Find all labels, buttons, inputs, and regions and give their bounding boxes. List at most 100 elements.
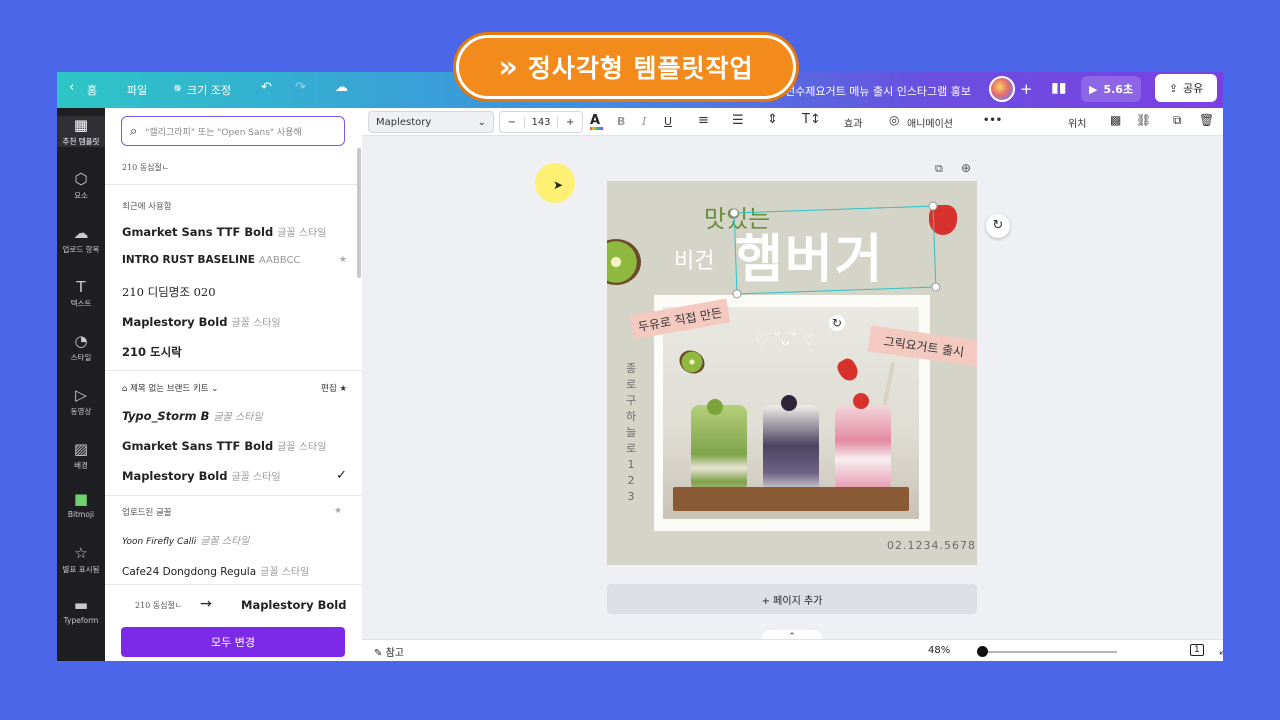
resize-handle[interactable] — [931, 282, 941, 292]
font-style: 글꼴 스타일 — [231, 472, 281, 483]
more-button[interactable]: ••• — [983, 115, 1002, 126]
avatar[interactable] — [989, 76, 1015, 102]
hearts-face-text[interactable]: ♡ ˘ᴗ˘ ♡ — [755, 331, 816, 349]
font-search-input[interactable]: ⌕ "캘리그라피" 또는 "Open Sans" 사용해 — [121, 116, 345, 146]
rail-item-starred[interactable]: ☆ 별표 표시됨 — [57, 544, 105, 575]
text-color-icon[interactable]: A — [590, 113, 604, 130]
change-from-font: 210 동심절ㄴ — [135, 601, 183, 610]
animate-button[interactable]: 애니메이션 — [907, 115, 953, 130]
font-item-maplestory[interactable]: Maplestory Bold 글꼴 스타일 — [122, 314, 347, 329]
vertical-address-text[interactable]: 종로구하늘로123 — [625, 361, 637, 505]
regenerate-icon[interactable]: ↻ — [986, 214, 1010, 238]
page-count-button[interactable]: 1 — [1190, 644, 1204, 656]
star-icon: ☆ — [74, 544, 88, 562]
divider — [105, 184, 362, 185]
font-size-stepper[interactable]: − 143 + — [499, 111, 583, 133]
star-icon[interactable]: ★ — [334, 506, 342, 516]
effects-button[interactable]: 효과 — [844, 115, 862, 130]
project-title[interactable]: 선수제요거트 메뉴 출시 인스타그램 홍보 — [785, 83, 971, 99]
vertical-text-icon[interactable]: T↕ — [802, 112, 821, 127]
resize-handle[interactable] — [729, 208, 739, 218]
font-item-maplestory-brand[interactable]: Maplestory Bold 글꼴 스타일 ✓ — [122, 468, 347, 483]
change-all-button[interactable]: 모두 변경 — [121, 627, 345, 657]
add-collaborator-button[interactable]: + — [1020, 80, 1033, 98]
file-menu[interactable]: 파일 — [127, 82, 147, 98]
underline-button[interactable]: U — [664, 115, 672, 128]
trash-icon[interactable]: 🗑 — [1199, 113, 1214, 127]
analytics-icon[interactable]: ▮▮ — [1051, 80, 1066, 96]
uploaded-section-title: 업로드된 글꼴 — [122, 508, 172, 518]
strawberry-topping — [853, 393, 869, 409]
line-spacing-icon[interactable]: ⇕ — [767, 112, 778, 127]
align-left-icon[interactable]: ≡ — [698, 113, 709, 128]
font-name: INTRO RUST BASELINE — [122, 254, 255, 266]
fullscreen-icon[interactable]: ⤢ — [1219, 643, 1223, 658]
banner-text: 정사각형 템플릿작업 — [527, 54, 754, 83]
notes-button[interactable]: ✎ 참고 — [374, 644, 404, 659]
link-icon[interactable]: ⛓ — [1136, 113, 1151, 127]
bold-button[interactable]: B — [617, 115, 625, 128]
list-icon[interactable]: ☰ — [732, 113, 744, 128]
design-page[interactable]: 맛있는 비건 햄버거 두유로 직접 만든 그릭요거트 출시 ♡ ˘ᴗ˘ ♡ ↻ … — [607, 181, 977, 565]
rail-item-uploads[interactable]: ☁ 업로드 항목 — [57, 224, 105, 255]
present-button[interactable]: ▶ 5.6초 — [1081, 76, 1142, 102]
rail-item-style[interactable]: ◔ 스타일 — [57, 332, 105, 363]
font-item-dosirak[interactable]: 210 도시락 — [122, 344, 347, 360]
font-item-yoon-firefly[interactable]: Yoon Firefly Calli 글꼴 스타일 — [122, 532, 347, 547]
duplicate-icon[interactable]: ⧉ — [1173, 113, 1182, 128]
text-vegan[interactable]: 비건 — [674, 243, 714, 275]
rail-item-templates[interactable]: ▦ 추천 템플릿 — [57, 116, 105, 147]
redo-icon[interactable]: ↷ — [295, 80, 306, 95]
rotate-icon[interactable]: ↻ — [829, 315, 845, 331]
chevron-left-icon[interactable]: ‹ — [69, 80, 74, 95]
brand-kit-icon: ⌂ — [122, 384, 131, 394]
resize-button[interactable]: 크기 조정 — [187, 82, 231, 98]
star-icon[interactable]: ★ — [339, 255, 347, 265]
brand-kit-row[interactable]: ⌂ 제목 없는 브랜드 키트 ⌄ 편집 ★ — [122, 382, 347, 394]
font-item-typo-storm[interactable]: Typo_Storm B 글꼴 스타일 — [122, 408, 347, 423]
font-style: 글꼴 스타일 — [277, 442, 327, 453]
elements-icon: ⬡ — [74, 170, 88, 188]
rail-item-text[interactable]: T 텍스트 — [57, 278, 105, 309]
italic-button[interactable]: I — [642, 115, 646, 128]
brand-kit-title: 제목 없는 브랜드 키트 — [130, 384, 209, 394]
decrease-size-button[interactable]: − — [500, 117, 524, 128]
side-rail: ▦ 추천 템플릿 ⬡ 요소 ☁ 업로드 항목 T 텍스트 ◔ 스타일 ▷ 동영상… — [57, 108, 105, 661]
position-button[interactable]: 위치 — [1068, 115, 1086, 130]
resize-icon[interactable]: ✵ — [173, 82, 182, 95]
font-item-intro-rust[interactable]: INTRO RUST BASELINE AABBCC ★ — [122, 254, 347, 266]
add-page-button[interactable]: + 페이지 추가 — [607, 584, 977, 614]
font-name: Gmarket Sans TTF Bold — [122, 225, 274, 239]
font-family-select[interactable]: Maplestory ⌄ — [368, 111, 494, 133]
zoom-value[interactable]: 48% — [928, 645, 950, 656]
font-item-didim[interactable]: 210 디딤명조 020 — [122, 284, 347, 300]
rail-item-elements[interactable]: ⬡ 요소 — [57, 170, 105, 201]
transparency-icon[interactable]: ▩ — [1110, 113, 1121, 127]
font-item-cafe24[interactable]: Cafe24 Dongdong Regula 글꼴 스타일 — [122, 563, 347, 578]
font-item-gmarket[interactable]: Gmarket Sans TTF Bold 글꼴 스타일 — [122, 224, 347, 239]
rail-item-typeform[interactable]: ▬ Typeform — [57, 596, 105, 625]
duplicate-page-icon[interactable]: ⧉ — [935, 162, 943, 176]
rail-item-bitmoji[interactable]: ■ Bitmoji — [57, 490, 105, 519]
zoom-slider[interactable] — [977, 651, 1117, 653]
share-button[interactable]: ⇪ 공유 — [1155, 74, 1217, 102]
font-style: 글꼴 스타일 — [213, 412, 263, 423]
brand-edit-button[interactable]: 편집 ★ — [321, 382, 347, 394]
font-panel: ⌕ "캘리그라피" 또는 "Open Sans" 사용해 210 동심절ㄴ 최근… — [105, 108, 362, 661]
undo-icon[interactable]: ↶ — [261, 80, 272, 95]
rail-item-background[interactable]: ▨ 배경 — [57, 440, 105, 471]
add-page-icon[interactable]: ⊕ — [961, 161, 971, 175]
zoom-slider-knob[interactable] — [977, 646, 988, 657]
rail-item-video[interactable]: ▷ 동영상 — [57, 386, 105, 417]
font-size-value[interactable]: 143 — [523, 116, 559, 128]
font-item-gmarket-brand[interactable]: Gmarket Sans TTF Bold 글꼴 스타일 — [122, 438, 347, 453]
divider — [105, 370, 362, 371]
text-icon: T — [76, 278, 86, 296]
panel-scrollbar[interactable] — [357, 148, 361, 278]
selection-box[interactable] — [729, 201, 941, 299]
mouse-cursor-icon: ➤ — [553, 178, 564, 192]
kiwi-image[interactable] — [607, 239, 641, 285]
home-link[interactable]: 홈 — [87, 82, 97, 98]
phone-text[interactable]: 02.1234.5678 — [887, 539, 976, 552]
increase-size-button[interactable]: + — [558, 117, 582, 128]
